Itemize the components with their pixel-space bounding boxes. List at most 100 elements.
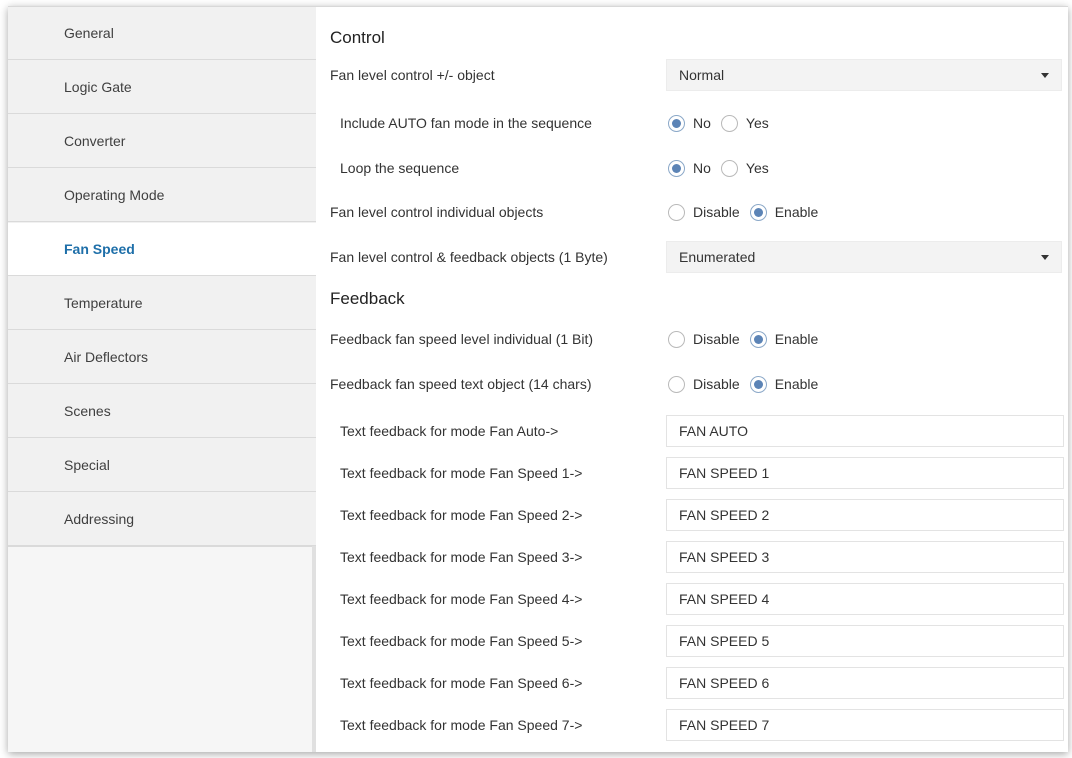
feedback-level-individual-radio-group: Disable Enable [668,321,828,357]
feedback-text-object-radio-group: Disable Enable [668,366,828,402]
fan-level-pm-dropdown[interactable]: Normal [666,59,1062,91]
loop-sequence-no-option[interactable]: No [668,159,711,177]
individual-objects-enable-option[interactable]: Enable [749,203,819,221]
text-feedback-label: Text feedback for mode Fan Speed 3-> [340,549,583,565]
radio-unchecked[interactable] [720,114,738,132]
sidebar-item-label: General [64,25,114,41]
section-title-control: Control [330,28,385,47]
sidebar-item-operating-mode[interactable]: Operating Mode [8,169,316,222]
text-feedback-label: Text feedback for mode Fan Speed 6-> [340,675,583,691]
row-text-feedback-fan-speed-7: Text feedback for mode Fan Speed 7-> [330,707,1068,743]
row-byte-objects: Fan level control & feedback objects (1 … [330,239,1068,275]
row-fan-level-pm: Fan level control +/- object Normal [330,57,1068,93]
individual-objects-disable-option[interactable]: Disable [668,203,740,221]
chevron-down-icon [1041,73,1049,78]
radio-label: No [693,115,711,131]
radio-label: Disable [693,204,740,220]
radio-checked[interactable] [749,203,767,221]
radio-unchecked[interactable] [720,159,738,177]
text-feedback-label: Text feedback for mode Fan Speed 4-> [340,591,583,607]
individual-objects-label: Fan level control individual objects [330,204,544,220]
sidebar-item-label: Converter [64,133,126,149]
text-feedback-fan-speed-3-input[interactable] [666,541,1064,573]
dropdown-value: Normal [679,67,725,83]
window: General Logic Gate Converter Operating M… [8,6,1068,752]
feedback-text-enable-option[interactable]: Enable [749,375,819,393]
sidebar-item-addressing[interactable]: Addressing [8,493,316,546]
row-text-feedback-fan-speed-5: Text feedback for mode Fan Speed 5-> [330,623,1068,659]
parameter-panel: Control Fan level control +/- object Nor… [316,7,1068,752]
sidebar-item-logic-gate[interactable]: Logic Gate [8,61,316,114]
sidebar-item-general[interactable]: General [8,7,316,60]
sidebar-empty-area [8,546,316,752]
include-auto-label: Include AUTO fan mode in the sequence [340,115,592,131]
text-feedback-label: Text feedback for mode Fan Speed 2-> [340,507,583,523]
text-feedback-fan-speed-2-input[interactable] [666,499,1064,531]
byte-objects-dropdown[interactable]: Enumerated [666,241,1062,273]
row-text-feedback-fan-speed-2: Text feedback for mode Fan Speed 2-> [330,497,1068,533]
sidebar-item-scenes[interactable]: Scenes [8,385,316,438]
radio-label: Yes [745,115,769,131]
sidebar-item-label: Special [64,457,110,473]
feedback-level-enable-option[interactable]: Enable [749,330,819,348]
text-feedback-fan-auto-input[interactable] [666,415,1064,447]
row-feedback-level-individual: Feedback fan speed level individual (1 B… [330,321,1068,357]
text-feedback-fan-speed-1-input[interactable] [666,457,1064,489]
sidebar-item-label: Operating Mode [64,187,165,203]
sidebar-item-label: Logic Gate [64,79,132,95]
text-feedback-fan-speed-6-input[interactable] [666,667,1064,699]
loop-sequence-yes-option[interactable]: Yes [720,159,769,177]
loop-sequence-label: Loop the sequence [340,160,460,176]
sidebar-item-special[interactable]: Special [8,439,316,492]
include-auto-radio-group: No Yes [668,105,779,141]
radio-unchecked[interactable] [668,203,685,221]
feedback-level-disable-option[interactable]: Disable [668,330,740,348]
radio-label: Enable [774,376,819,392]
radio-checked[interactable] [668,114,685,132]
row-text-feedback-fan-speed-1: Text feedback for mode Fan Speed 1-> [330,455,1068,491]
feedback-text-object-label: Feedback fan speed text object (14 chars… [330,376,592,392]
radio-label: Enable [774,204,819,220]
text-feedback-label: Text feedback for mode Fan Speed 1-> [340,465,583,481]
loop-sequence-radio-group: No Yes [668,150,779,186]
feedback-level-individual-label: Feedback fan speed level individual (1 B… [330,331,594,347]
sidebar-item-label: Temperature [64,295,143,311]
row-individual-objects: Fan level control individual objects Dis… [330,194,1068,230]
individual-objects-radio-group: Disable Enable [668,194,828,230]
sidebar: General Logic Gate Converter Operating M… [8,7,316,752]
text-feedback-fan-speed-4-input[interactable] [666,583,1064,615]
section-title-feedback: Feedback [330,289,405,308]
row-text-feedback-fan-auto: Text feedback for mode Fan Auto-> [330,413,1068,449]
row-feedback-text-object: Feedback fan speed text object (14 chars… [330,366,1068,402]
byte-objects-label: Fan level control & feedback objects (1 … [330,249,608,265]
text-feedback-fan-speed-5-input[interactable] [666,625,1064,657]
radio-unchecked[interactable] [668,375,685,393]
include-auto-no-option[interactable]: No [668,114,711,132]
radio-checked[interactable] [668,159,685,177]
radio-checked[interactable] [749,330,767,348]
sidebar-item-label: Air Deflectors [64,349,149,365]
sidebar-item-label: Addressing [64,511,135,527]
dropdown-value: Enumerated [679,249,756,265]
row-text-feedback-fan-speed-4: Text feedback for mode Fan Speed 4-> [330,581,1068,617]
sidebar-item-temperature[interactable]: Temperature [8,277,316,330]
radio-unchecked[interactable] [668,330,685,348]
radio-label: Disable [693,331,740,347]
text-feedback-label: Text feedback for mode Fan Auto-> [340,423,559,439]
sidebar-item-converter[interactable]: Converter [8,115,316,168]
feedback-text-disable-option[interactable]: Disable [668,375,740,393]
radio-label: Enable [774,331,819,347]
radio-label: No [693,160,711,176]
row-include-auto: Include AUTO fan mode in the sequence No… [330,105,1068,141]
fan-level-pm-label: Fan level control +/- object [330,67,495,83]
radio-checked[interactable] [749,375,767,393]
sidebar-item-label: Scenes [64,403,111,419]
row-text-feedback-fan-speed-6: Text feedback for mode Fan Speed 6-> [330,665,1068,701]
chevron-down-icon [1041,255,1049,260]
text-feedback-fan-speed-7-input[interactable] [666,709,1064,741]
row-text-feedback-fan-speed-3: Text feedback for mode Fan Speed 3-> [330,539,1068,575]
sidebar-item-air-deflectors[interactable]: Air Deflectors [8,331,316,384]
include-auto-yes-option[interactable]: Yes [720,114,769,132]
sidebar-item-fan-speed[interactable]: Fan Speed [8,223,316,276]
sidebar-item-label: Fan Speed [64,241,135,257]
